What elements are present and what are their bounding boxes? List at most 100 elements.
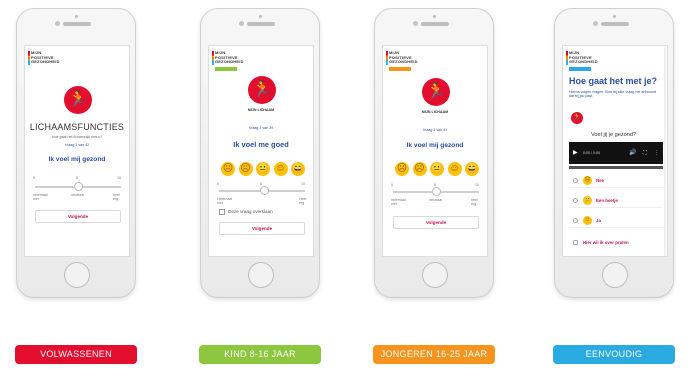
next-button[interactable]: Volgende bbox=[219, 222, 305, 235]
scrollbar[interactable] bbox=[664, 46, 666, 256]
app-logo: MIJN POSITIEVE GEZONDHEID bbox=[386, 50, 418, 72]
fullscreen-icon[interactable]: ⛶ bbox=[643, 150, 647, 156]
label-right: Heel erg bbox=[299, 197, 307, 205]
radio-button[interactable] bbox=[573, 198, 578, 203]
intro-text: Hierna volgen vragen. Kies bij elke vraa… bbox=[569, 90, 657, 99]
happy-face-icon[interactable]: ☺ bbox=[447, 162, 462, 176]
video-player[interactable]: ▶ 0:00 / 0:00 🔊 ⛶ ⋮ bbox=[569, 142, 663, 164]
sad-face-icon[interactable]: ☹ bbox=[412, 162, 427, 176]
emoji-scale[interactable]: ☹ ☹ 😐 ☺ 😄 bbox=[221, 162, 305, 176]
label-right: heel erg bbox=[113, 193, 120, 201]
checkbox[interactable] bbox=[573, 240, 578, 245]
page-title: Hoe gaat het met je? bbox=[569, 76, 658, 86]
neutral-face-icon[interactable]: 😐 bbox=[430, 162, 444, 176]
label-right: heel erg bbox=[471, 198, 478, 206]
very-sad-face-icon[interactable]: ☹ bbox=[221, 162, 235, 176]
happy-face-icon: ☺ bbox=[583, 216, 592, 225]
scale-max: 10 bbox=[117, 176, 121, 180]
version-tag bbox=[569, 66, 591, 71]
phone-speaker bbox=[421, 22, 449, 26]
answer-option-een-beetje[interactable]: 😐 Een beetje bbox=[569, 194, 663, 208]
very-happy-face-icon[interactable]: 😄 bbox=[291, 162, 305, 176]
scale-min: 0 bbox=[217, 182, 219, 186]
phone-frame: MIJN POSITIEVE GEZONDHEID Hoe gaat het met… bbox=[554, 8, 674, 298]
label-left: Helemaal niet bbox=[217, 197, 233, 205]
scale-min: 0 bbox=[391, 183, 393, 187]
home-button[interactable] bbox=[248, 262, 274, 288]
page-title: MIJN LICHAAM bbox=[421, 110, 449, 114]
scale-max: 10 bbox=[301, 182, 305, 186]
scale-min: 0 bbox=[33, 176, 35, 180]
option-label: Nee bbox=[596, 178, 605, 183]
slider-thumb[interactable] bbox=[432, 187, 441, 196]
runner-icon: 🏃 bbox=[248, 76, 276, 104]
label-left: helemaal niet bbox=[33, 193, 48, 201]
slider-thumb[interactable] bbox=[260, 186, 269, 195]
page-title: MIJN LICHAAM bbox=[247, 108, 275, 112]
question-statement: Ik voel mij gezond bbox=[48, 156, 106, 163]
rating-slider[interactable] bbox=[35, 182, 121, 191]
skip-question[interactable]: Deze vraag overslaan bbox=[219, 209, 273, 215]
emoji-scale[interactable]: ☹ ☹ 😐 ☺ 😄 bbox=[395, 162, 479, 176]
phone-camera bbox=[593, 21, 598, 26]
volume-icon[interactable]: 🔊 bbox=[629, 149, 636, 156]
phone-frame: MIJN POSITIEVE GEZONDHEID 🏃 MIJN LICHAAM V… bbox=[200, 8, 320, 298]
version-tag bbox=[215, 66, 237, 71]
question-counter: Vraag 1 van 41 bbox=[422, 128, 448, 132]
video-progress-bar[interactable] bbox=[569, 166, 663, 169]
page-subtitle: Hoe gaat het lichamelijk met u? bbox=[51, 135, 103, 139]
next-button[interactable]: Volgende bbox=[393, 216, 479, 229]
phone-sensor bbox=[75, 15, 78, 18]
scale-max: 10 bbox=[475, 183, 479, 187]
category-badge: VOLWASSENEN bbox=[15, 345, 137, 364]
phone-screen: MIJN POSITIEVE GEZONDHEID 🏃 MIJN LICHAAM V… bbox=[208, 45, 314, 257]
phone-speaker bbox=[247, 22, 275, 26]
phone-camera bbox=[239, 21, 244, 26]
home-button[interactable] bbox=[602, 262, 628, 288]
phone-column-volwassenen: MIJN POSITIEVE GEZONDHEID 🏃 LICHAAMSFUNCTI… bbox=[6, 0, 146, 369]
phone-column-kind: MIJN POSITIEVE GEZONDHEID 🏃 MIJN LICHAAM V… bbox=[190, 0, 330, 369]
more-options-icon[interactable]: ⋮ bbox=[654, 150, 659, 156]
question-statement: Ik voel mij gezond bbox=[406, 142, 464, 149]
radio-button[interactable] bbox=[573, 178, 578, 183]
home-button[interactable] bbox=[64, 262, 90, 288]
option-label: Een beetje bbox=[596, 198, 618, 203]
category-badge: EENVOUDIG bbox=[553, 345, 675, 364]
scale-mid: 5 bbox=[76, 176, 78, 180]
phone-speaker bbox=[601, 22, 629, 26]
home-button[interactable] bbox=[422, 262, 448, 288]
skip-label: Deze vraag overslaan bbox=[228, 209, 273, 215]
phone-camera bbox=[413, 21, 418, 26]
phone-frame: MIJN POSITIEVE GEZONDHEID 🏃 LICHAAMSFUNCTI… bbox=[16, 8, 136, 298]
rating-slider[interactable] bbox=[219, 186, 305, 195]
rating-slider[interactable] bbox=[393, 187, 479, 196]
option-label: Ja bbox=[596, 218, 601, 223]
video-time: 0:00 / 0:00 bbox=[583, 151, 600, 155]
radio-button[interactable] bbox=[573, 218, 578, 223]
neutral-face-icon[interactable]: 😐 bbox=[256, 162, 270, 176]
answer-option-nee[interactable]: ☹ Nee bbox=[569, 174, 663, 188]
sad-face-icon[interactable]: ☹ bbox=[238, 162, 253, 176]
app-logo: MIJN POSITIEVE GEZONDHEID bbox=[566, 50, 598, 72]
happy-face-icon[interactable]: ☺ bbox=[273, 162, 288, 176]
play-icon[interactable]: ▶ bbox=[573, 149, 578, 156]
very-happy-face-icon[interactable]: 😄 bbox=[465, 162, 479, 176]
runner-icon: 🏃 bbox=[571, 112, 583, 124]
answer-option-ja[interactable]: ☺ Ja bbox=[569, 214, 663, 228]
label-left: helemaal niet bbox=[391, 198, 406, 206]
talk-about-option[interactable]: Hier wil ik over praten bbox=[569, 236, 663, 250]
phone-frame: MIJN POSITIEVE GEZONDHEID 🏃 MIJN LICHAAM V… bbox=[374, 8, 494, 298]
next-button[interactable]: Volgende bbox=[35, 210, 121, 223]
very-sad-face-icon[interactable]: ☹ bbox=[395, 162, 409, 176]
category-badge: KIND 8-16 JAAR bbox=[199, 345, 321, 364]
slider-thumb[interactable] bbox=[74, 182, 83, 191]
label-mid: neutraal bbox=[71, 193, 84, 197]
skip-checkbox[interactable] bbox=[219, 209, 225, 215]
phone-column-jongeren: MIJN POSITIEVE GEZONDHEID 🏃 MIJN LICHAAM V… bbox=[364, 0, 504, 369]
version-tag bbox=[389, 66, 411, 71]
phone-screen: MIJN POSITIEVE GEZONDHEID Hoe gaat het met… bbox=[562, 45, 668, 257]
label-mid: neutraal bbox=[429, 198, 442, 202]
page-title: LICHAAMSFUNCTIES bbox=[29, 122, 125, 132]
sad-face-icon: ☹ bbox=[583, 176, 592, 185]
question-counter: Vraag 1 van 42 bbox=[64, 143, 90, 147]
